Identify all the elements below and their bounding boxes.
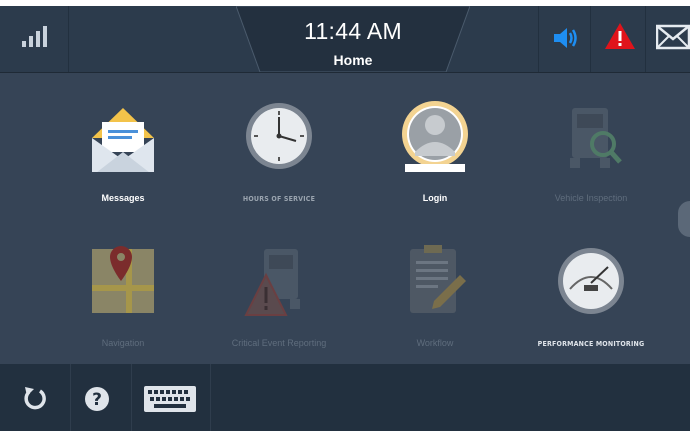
header-divider [538,6,539,72]
truck-inspection-icon [556,100,626,172]
app-navigation: Navigation [53,245,193,375]
app-vehicle-inspection: Vehicle Inspection [521,100,661,230]
app-label: Login [422,193,448,203]
help-button[interactable]: ? [82,364,122,431]
screen-title: Home [333,52,373,68]
alert-icon[interactable] [604,22,636,55]
mail-icon[interactable] [655,24,690,55]
help-icon: ? [85,387,109,411]
next-page-handle[interactable] [678,201,690,237]
header-divider [68,6,69,72]
app-label: HOURS OF SERVICE [242,195,316,203]
header-divider [590,6,591,72]
toolbar-divider [70,364,71,431]
clock-icon [244,100,314,172]
app-messages[interactable]: Messages [53,100,193,230]
app-label: PERFORMANCE MONITORING [537,340,645,348]
app-label: Navigation [101,338,145,348]
app-critical-event-reporting: Critical Event Reporting [209,245,349,375]
map-pin-icon [88,245,158,317]
truck-warning-icon [244,245,314,317]
app-hours-of-service[interactable]: HOURS OF SERVICE [209,100,349,230]
toolbar-divider [131,364,132,431]
app-label: Workflow [416,338,454,348]
header-divider-line [0,72,690,73]
app-label: Vehicle Inspection [554,193,628,203]
speaker-icon[interactable] [552,26,580,55]
clipboard-icon [400,245,470,317]
app-workflow: Workflow [365,245,505,375]
header-divider [645,6,646,72]
toolbar-divider [210,364,211,431]
app-login[interactable]: Login [365,100,505,230]
app-performance-monitoring[interactable]: PERFORMANCE MONITORING [521,245,661,375]
refresh-button[interactable] [18,364,58,431]
clock-time: 11:44 AM [304,18,402,44]
keyboard-icon [144,386,196,412]
signal-strength-icon[interactable] [22,24,48,50]
refresh-icon [24,387,46,410]
svg-text:?: ? [92,390,102,410]
envelope-icon [88,100,158,176]
gauge-icon [556,245,626,317]
app-label: Messages [101,193,145,203]
keyboard-button[interactable] [140,364,204,431]
user-icon [400,100,470,172]
app-label: Critical Event Reporting [231,338,327,348]
